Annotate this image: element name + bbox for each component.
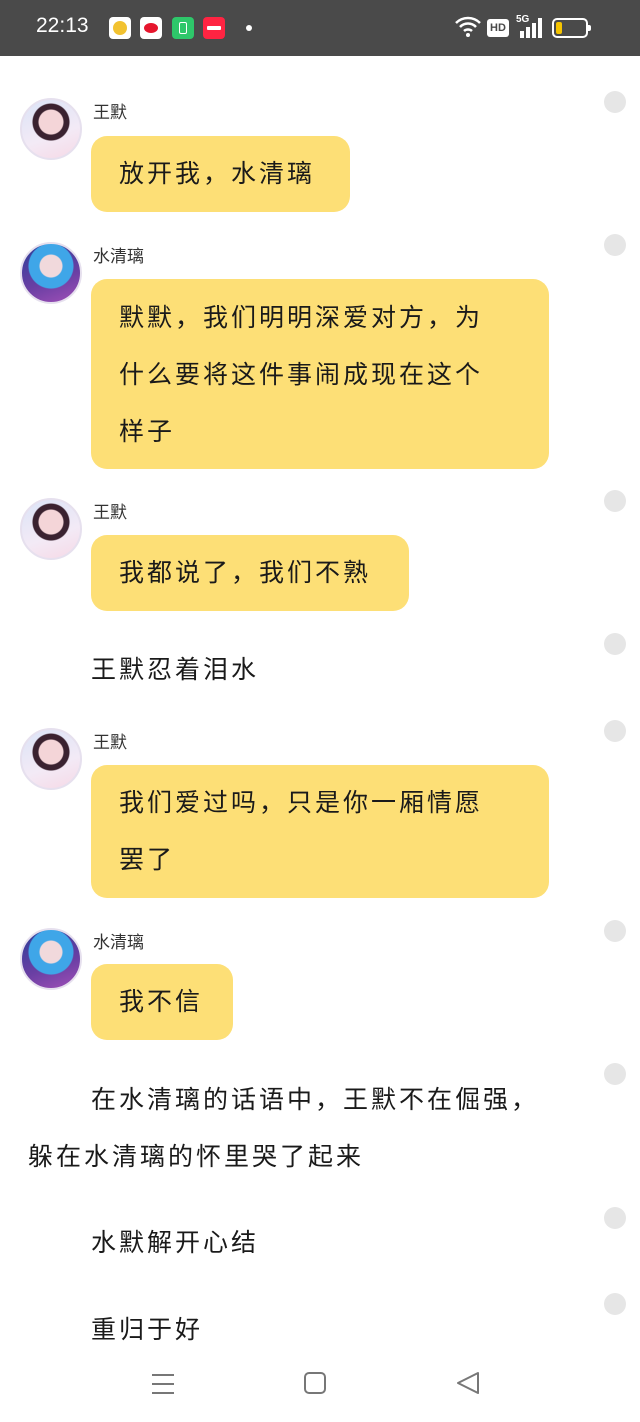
message-select-circle[interactable]	[604, 720, 626, 742]
message-text: 我不信	[119, 987, 204, 1016]
message-text-line: 什么要将这件事闹成现在这个	[119, 360, 484, 389]
message-select-circle[interactable]	[604, 633, 626, 655]
menu-icon[interactable]	[150, 1372, 176, 1396]
avatar[interactable]	[20, 928, 82, 990]
battery-app-icon	[172, 17, 194, 39]
speaker-name: 王默	[93, 103, 127, 123]
xiaohongshu-icon	[203, 17, 225, 39]
message-select-circle[interactable]	[604, 91, 626, 113]
avatar[interactable]	[20, 242, 82, 304]
speaker-name: 水清璃	[93, 933, 144, 953]
message-bubble[interactable]: 放开我，水清璃	[91, 136, 350, 212]
speaker-name: 王默	[93, 733, 127, 753]
narration-text: 躲在水清璃的怀里哭了起来	[28, 1142, 365, 1171]
speaker-name: 水清璃	[93, 247, 144, 267]
hd-badge: HD	[487, 19, 509, 37]
signal-icon	[520, 18, 542, 38]
back-icon[interactable]	[455, 1371, 481, 1395]
battery-icon	[552, 18, 591, 38]
notes-app-icon	[109, 17, 131, 39]
chat-content[interactable]: 王默 放开我，水清璃 水清璃 默默，我们明明深爱对方，为 什么要将这件事闹成现在…	[0, 56, 640, 1356]
message-text-line: 默默，我们明明深爱对方，为	[119, 303, 484, 332]
avatar[interactable]	[20, 728, 82, 790]
avatar[interactable]	[20, 498, 82, 560]
narration-text: 在水清璃的话语中，王默不在倔强，	[91, 1085, 540, 1114]
message-bubble[interactable]: 我都说了，我们不熟	[91, 535, 409, 611]
message-bubble[interactable]: 我不信	[91, 964, 233, 1040]
home-icon[interactable]	[303, 1371, 327, 1395]
avatar[interactable]	[20, 98, 82, 160]
battery-fill	[556, 22, 562, 34]
status-time: 22:13	[36, 14, 89, 37]
hd-label: HD	[490, 22, 506, 34]
message-select-circle[interactable]	[604, 1063, 626, 1085]
message-select-circle[interactable]	[604, 1207, 626, 1229]
message-bubble[interactable]: 默默，我们明明深爱对方，为 什么要将这件事闹成现在这个 样子	[91, 279, 549, 469]
speaker-name: 王默	[93, 503, 127, 523]
weibo-icon	[140, 17, 162, 39]
message-text: 放开我，水清璃	[119, 159, 316, 188]
message-text-line: 样子	[119, 417, 176, 446]
notification-dot	[246, 25, 252, 31]
message-text-line: 我们爱过吗，只是你一厢情愿	[119, 788, 484, 817]
wifi-icon	[455, 16, 481, 37]
status-bar: 22:13 HD 5G	[0, 0, 640, 56]
message-text: 我都说了，我们不熟	[119, 558, 372, 587]
navigation-bar	[0, 1356, 640, 1422]
message-select-circle[interactable]	[604, 490, 626, 512]
message-select-circle[interactable]	[604, 234, 626, 256]
message-select-circle[interactable]	[604, 920, 626, 942]
narration-text: 重归于好	[91, 1315, 204, 1344]
message-bubble[interactable]: 我们爱过吗，只是你一厢情愿 罢了	[91, 765, 549, 898]
narration-text: 王默忍着泪水	[91, 655, 260, 684]
message-text-line: 罢了	[119, 845, 176, 874]
narration-text: 水默解开心结	[91, 1228, 260, 1257]
message-select-circle[interactable]	[604, 1293, 626, 1315]
